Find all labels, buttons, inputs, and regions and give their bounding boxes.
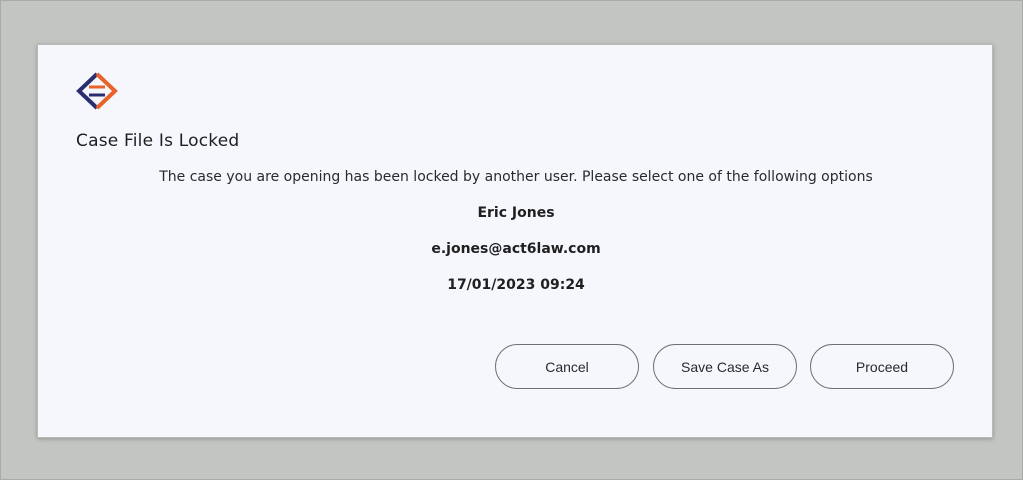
proceed-button[interactable]: Proceed [810,344,954,389]
dialog-message: The case you are opening has been locked… [159,169,873,185]
dialog-title: Case File Is Locked [76,131,240,151]
save-case-as-button[interactable]: Save Case As [653,344,797,389]
act6-logo-icon [75,71,119,111]
lock-timestamp: 17/01/2023 09:24 [447,277,585,293]
lock-user-email: e.jones@act6law.com [431,241,601,257]
cancel-button[interactable]: Cancel [495,344,639,389]
lock-user-name: Eric Jones [477,205,555,221]
case-locked-dialog: Case File Is Locked The case you are ope… [37,44,993,438]
